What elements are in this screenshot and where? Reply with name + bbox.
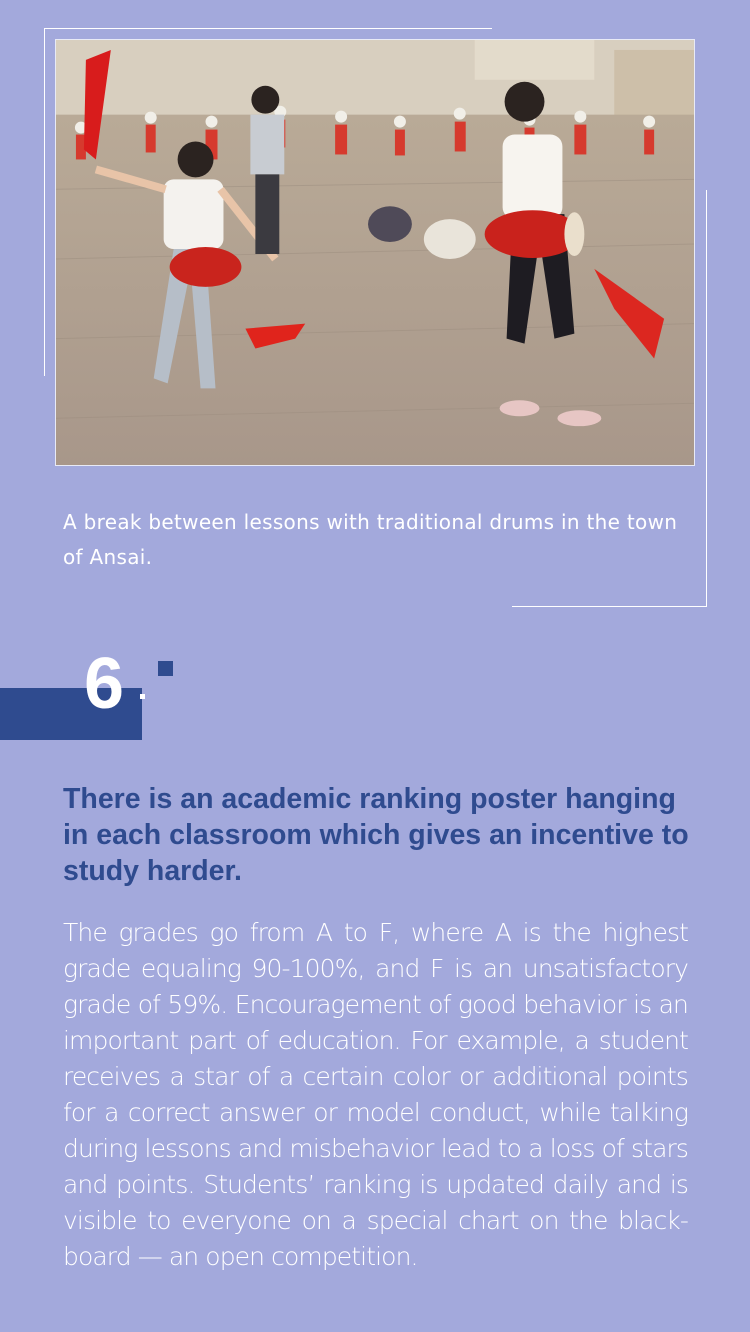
section-heading: There is an academic ranking poster hang… [63,783,689,887]
frame-line-bottom [512,606,707,607]
decorative-dot-small [140,694,145,699]
section-number: 6 [84,644,125,724]
frame-line-left [44,28,45,376]
photo-image [55,39,695,466]
photo-caption: A break between lessons with traditional… [63,510,678,569]
frame-line-top [44,28,492,29]
frame-line-right [706,190,707,607]
section-body: The grades go from A to F, where A is th… [63,918,689,1271]
decorative-dot-large [158,661,173,676]
